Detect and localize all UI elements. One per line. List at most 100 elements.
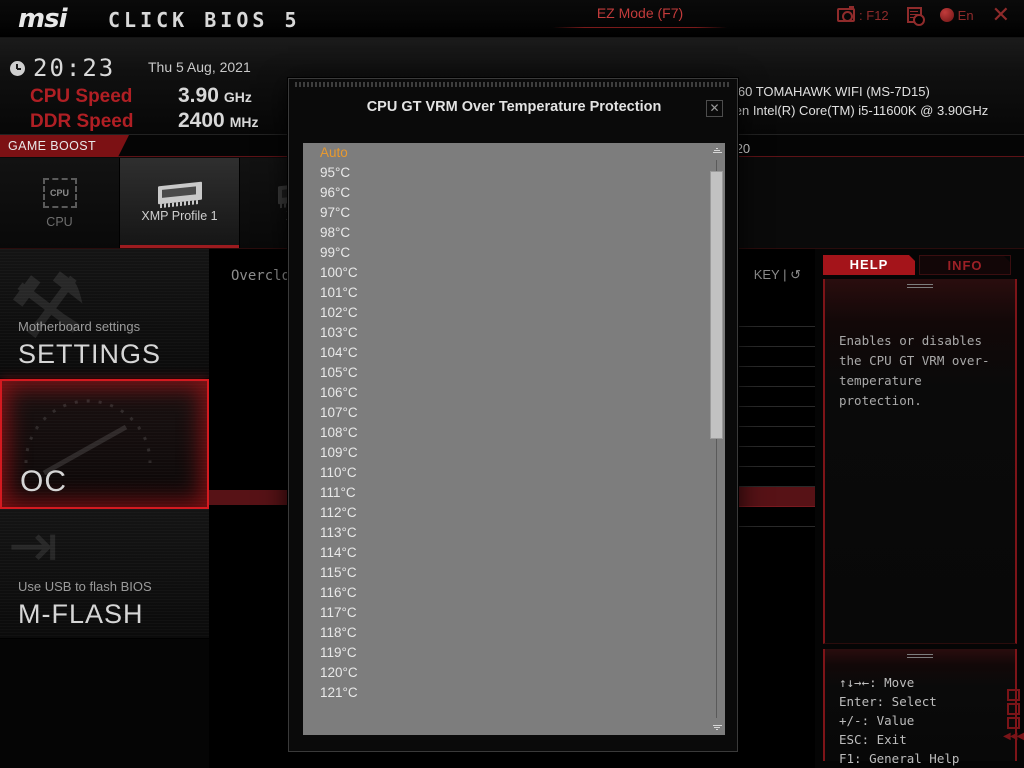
help-text: Enables or disables the CPU GT VRM over-… [839,333,990,408]
sidebar-settings-sub: Motherboard settings [18,319,141,334]
key-legend-line: F1: General Help [839,751,960,766]
product-name: CLICK BIOS 5 [108,8,301,32]
key-legend-line: ↑↓→←: Move [839,675,915,690]
ddr-speed-label: DDR Speed [30,111,134,132]
option-item[interactable]: 120°C [303,663,725,683]
option-list-inner: Auto 95°C 96°C 97°C 98°C 99°C 100°C 101°C 102°C 1… [303,143,725,703]
memory-dimm-icon [157,181,202,204]
clock: 20:23 [10,54,115,82]
option-item[interactable]: 97°C [303,203,725,223]
option-item[interactable]: 105°C [303,363,725,383]
sidebar-mflash-sub: Use USB to flash BIOS [18,579,152,594]
option-item[interactable]: 109°C [303,443,725,463]
clock-icon [10,60,25,76]
sidebar-settings-title: SETTINGS [18,339,162,369]
option-item[interactable]: 107°C [303,403,725,423]
option-item[interactable]: 117°C [303,603,725,623]
ez-mode-button[interactable]: EZ Mode (F7) [505,0,775,30]
option-item[interactable]: 111°C [303,483,725,503]
option-item[interactable]: 96°C [303,183,725,203]
option-item[interactable]: 106°C [303,383,725,403]
edge-decoration: ◀◀◀ [1003,689,1024,742]
option-item[interactable]: Auto [303,143,725,163]
content-toolbar-label: KEY | ↺ [753,267,801,282]
tab-info[interactable]: INFO [919,255,1011,275]
option-item[interactable]: 116°C [303,583,725,603]
key-legend-panel: ↑↓→←: Move Enter: Select +/-: Value ESC: Ex… [823,649,1017,766]
sidebar-mflash-title: M-FLASH [18,599,144,629]
keys-grip-handle[interactable] [907,654,933,660]
game-boost-label-cpu: CPU [46,214,73,229]
bios-screen: msi CLICK BIOS 5 EZ Mode (F7) : F12 En ✕… [0,0,1024,768]
cpu-chip-icon: CPU [42,177,77,208]
search-document-icon[interactable] [906,7,925,26]
brand-bar: msi CLICK BIOS 5 EZ Mode (F7) : F12 En ✕ [0,0,1024,38]
option-item[interactable]: 119°C [303,643,725,663]
option-item[interactable]: 95°C [303,163,725,183]
key-legend-line: Enter: Select [839,694,937,709]
game-boost-item-xmp1[interactable]: XMP Profile 1 [120,158,240,248]
cpu-value: 11th Gen Intel(R) Core(TM) i5-11600K @ 3… [696,103,989,118]
sidebar-item-settings[interactable]: ⚒ Motherboard settings SETTINGS [0,249,209,379]
option-item[interactable]: 118°C [303,623,725,643]
sidebar-item-oc[interactable]: OC [0,379,209,509]
scroll-down-arrow-icon[interactable] [712,724,722,731]
game-boost-label-xmp1: XMP Profile 1 [141,208,218,223]
option-item[interactable]: 98°C [303,223,725,243]
camera-icon [837,6,856,22]
screenshot-key-label: : F12 [859,7,889,23]
header-icon-group: : F12 En ✕ [837,4,1010,26]
scroll-up-arrow-icon[interactable] [712,147,722,154]
edge-arrows-icon: ◀◀◀ [1003,731,1024,742]
cpu-speed-label: CPU Speed [30,86,133,107]
option-item[interactable]: 103°C [303,323,725,343]
speed-summary: CPU Speed 3.90 GHz DDR Speed 2400 MHz [30,84,259,134]
option-item[interactable]: 102°C [303,303,725,323]
help-info-tabs: HELP INFO [823,255,1011,275]
usb-icon: ⇥ [8,512,59,579]
dialog-title: CPU GT VRM Over Temperature Protection [366,99,662,115]
ddr-speed-row: DDR Speed 2400 MHz [30,109,259,133]
option-item[interactable]: 104°C [303,343,725,363]
sidebar-oc-title: OC [20,465,67,498]
option-item[interactable]: 99°C [303,243,725,263]
clock-date: Thu 5 Aug, 2021 [148,59,251,75]
msi-logo: msi [18,4,67,34]
game-boost-tab[interactable]: GAME BOOST [0,135,129,157]
help-grip-handle[interactable] [907,284,933,290]
language-button[interactable]: En [939,7,974,23]
close-icon[interactable]: ✕ [992,4,1010,26]
dialog-grip [295,82,731,87]
option-dialog: CPU GT VRM Over Temperature Protection ✕… [288,78,738,752]
option-item[interactable]: 110°C [303,463,725,483]
option-list[interactable]: Auto 95°C 96°C 97°C 98°C 99°C 100°C 101°C 102°C 1… [303,143,725,735]
help-panel: Enables or disables the CPU GT VRM over-… [823,279,1017,644]
edge-square-3 [1006,717,1020,729]
right-panel: HELP INFO Enables or disables the CPU GT… [815,249,1024,768]
key-legend-line: +/-: Value [839,713,915,728]
option-item[interactable]: 108°C [303,423,725,443]
option-item[interactable]: 101°C [303,283,725,303]
cpu-speed-row: CPU Speed 3.90 GHz [30,84,259,108]
key-legend-text: ↑↓→←: Move Enter: Select +/-: Value ESC: Ex… [839,673,959,768]
scrollbar-thumb[interactable] [710,171,723,439]
key-legend-line: ESC: Exit [839,732,907,747]
edge-square-1 [1006,689,1020,701]
edge-square-2 [1006,703,1020,715]
option-item[interactable]: 100°C [303,263,725,283]
option-item[interactable]: 113°C [303,523,725,543]
language-label: En [957,7,974,23]
option-list-scrollbar[interactable] [710,144,724,734]
option-item[interactable]: 114°C [303,543,725,563]
screenshot-button[interactable]: : F12 [837,6,889,23]
game-boost-item-cpu[interactable]: CPU CPU [0,158,120,248]
content-toolbar[interactable]: KEY | ↺ [754,267,801,283]
ddr-speed-value: 2400 [178,109,225,132]
sidebar-item-mflash[interactable]: ⇥ Use USB to flash BIOS M-FLASH [0,509,209,639]
option-item[interactable]: 112°C [303,503,725,523]
tab-help[interactable]: HELP [823,255,915,275]
option-item[interactable]: 121°C [303,683,725,703]
option-item[interactable]: 115°C [303,563,725,583]
dialog-close-icon[interactable]: ✕ [706,100,723,117]
cpu-speed-unit: GHz [223,89,252,105]
